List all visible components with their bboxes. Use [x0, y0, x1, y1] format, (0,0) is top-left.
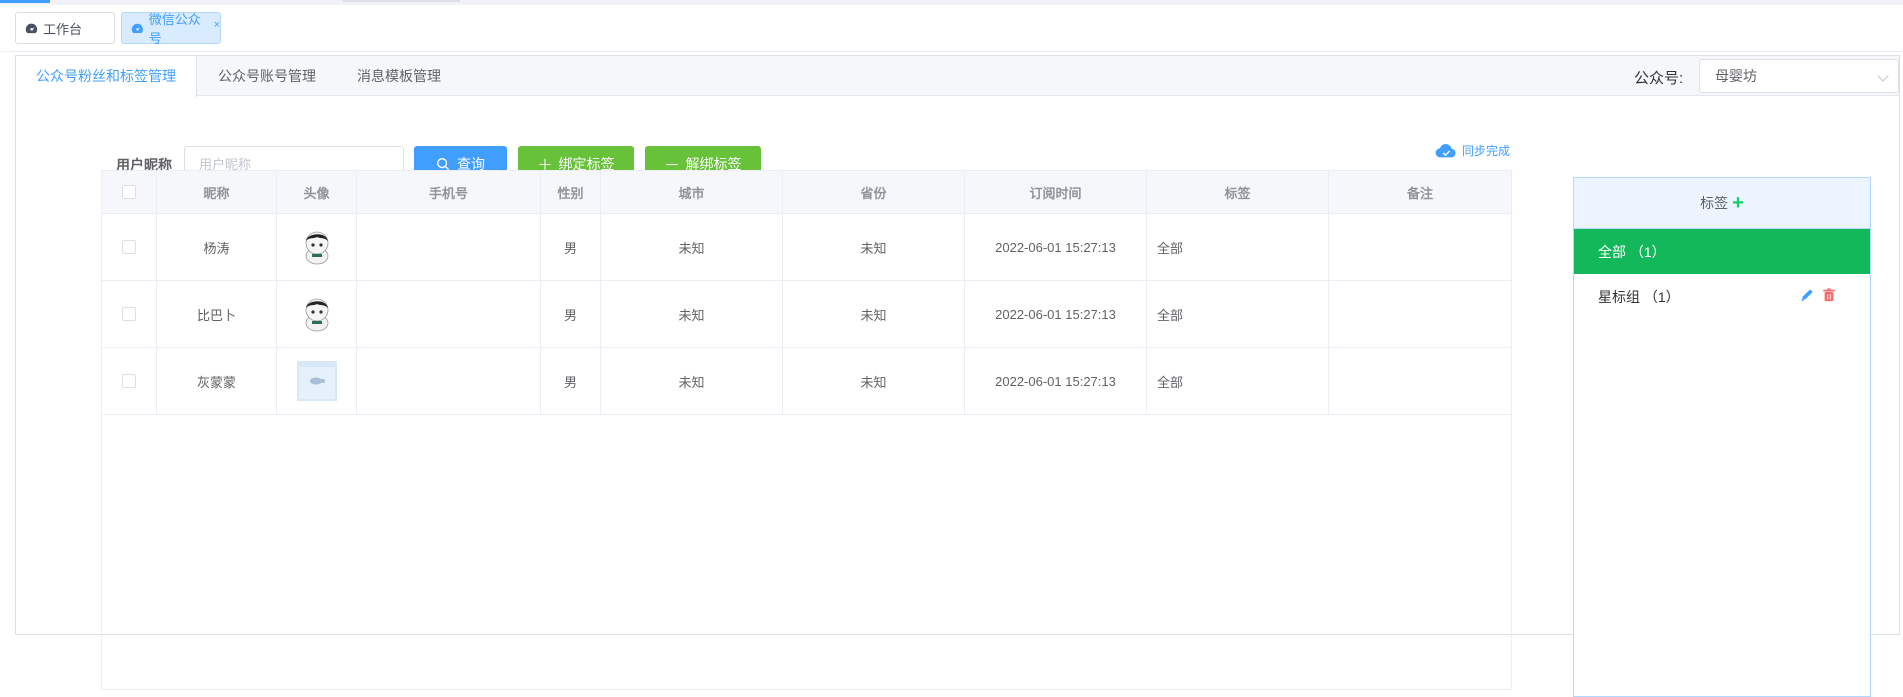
tag-item-star[interactable]: 星标组 （1） [1574, 274, 1870, 319]
avatar-cell [277, 281, 357, 347]
fans-table: 昵称 头像 手机号 性别 城市 省份 订阅时间 标签 备注 杨涛 男 未知 未知… [101, 170, 1512, 690]
search-icon [437, 158, 450, 171]
avatar [296, 361, 337, 401]
avatar-cell [277, 214, 357, 280]
select-all-checkbox[interactable] [122, 185, 136, 199]
header-remark: 备注 [1406, 185, 1433, 201]
account-label: 公众号: [1634, 70, 1684, 87]
header-phone: 手机号 [357, 171, 541, 213]
delete-icon[interactable] [1822, 288, 1836, 302]
tag-cell: 全部 [1147, 348, 1329, 414]
edit-icon[interactable] [1800, 288, 1814, 302]
remark-cell [1329, 348, 1511, 414]
nickname-cell: 灰蒙蒙 [157, 348, 277, 414]
header-city: 城市 [601, 171, 783, 213]
row-select-cell [102, 281, 157, 347]
dashboard-icon [25, 23, 38, 33]
account-select[interactable]: 母婴坊 [1699, 59, 1899, 93]
tag-item-label: 星标组 （1） [1598, 288, 1680, 305]
table-row[interactable]: 杨涛 男 未知 未知 2022-06-01 15:27:13 全部 [102, 214, 1511, 281]
city-cell: 未知 [601, 348, 783, 414]
header-avatar: 头像 [277, 171, 357, 213]
header-gender: 性别 [541, 171, 601, 213]
account-select-value: 母婴坊 [1715, 68, 1757, 84]
close-icon[interactable]: × [214, 19, 220, 31]
remark-cell [1329, 281, 1511, 347]
tag-panel-header: 标签 + [1574, 178, 1870, 229]
remark-cell [1329, 214, 1511, 280]
tab-bar: 公众号粉丝和标签管理 公众号账号管理 消息模板管理 公众号: 母婴坊 [16, 56, 1899, 97]
cloud-sync-icon [1435, 143, 1456, 157]
tab-account-manage[interactable]: 公众号账号管理 [198, 56, 336, 96]
header-province: 省份 [783, 171, 965, 213]
row-select-cell [102, 214, 157, 280]
phone-cell [357, 348, 541, 414]
main-card: 公众号粉丝和标签管理 公众号账号管理 消息模板管理 公众号: 母婴坊 用户昵称 … [15, 55, 1900, 697]
table-header: 昵称 头像 手机号 性别 城市 省份 订阅时间 标签 备注 [102, 171, 1511, 214]
table-row[interactable]: 灰蒙蒙 男 未知 未知 2022-06-01 15:27:13 全部 [102, 348, 1511, 415]
header-tag: 标签 [1147, 171, 1329, 213]
chevron-down-icon [1877, 70, 1889, 82]
tag-cell: 全部 [1147, 281, 1329, 347]
add-tag-icon[interactable]: + [1732, 192, 1744, 215]
province-cell: 未知 [783, 214, 965, 280]
tags-view-bar: 工作台 微信公众号 × [0, 5, 1903, 52]
row-checkbox[interactable] [122, 240, 136, 254]
phone-cell [357, 214, 541, 280]
top-scroll-indicator [343, 0, 460, 2]
row-select-cell [102, 348, 157, 414]
gender-cell: 男 [541, 214, 601, 280]
subscribe-time-cell: 2022-06-01 15:27:13 [965, 348, 1147, 414]
nickname-cell: 杨涛 [157, 214, 277, 280]
province-cell: 未知 [783, 348, 965, 414]
subscribe-time-cell: 2022-06-01 15:27:13 [965, 214, 1147, 280]
avatar-cell [277, 348, 357, 414]
tab-fans-tags[interactable]: 公众号粉丝和标签管理 [16, 56, 197, 97]
subscribe-time-cell: 2022-06-01 15:27:13 [965, 281, 1147, 347]
tag-item-all[interactable]: 全部 （1） [1574, 229, 1870, 274]
avatar [305, 231, 328, 265]
tag-item-actions [1800, 288, 1836, 302]
tags-view-item-dashboard[interactable]: 工作台 [15, 12, 115, 44]
province-cell: 未知 [783, 281, 965, 347]
tag-panel-title: 标签 [1700, 195, 1729, 211]
city-cell: 未知 [601, 281, 783, 347]
tag-panel: 标签 + 全部 （1） 星标组 （1） [1573, 177, 1871, 697]
row-checkbox[interactable] [122, 307, 136, 321]
tags-view-label: 微信公众号 [148, 12, 201, 46]
gender-cell: 男 [541, 281, 601, 347]
row-checkbox[interactable] [122, 374, 136, 388]
header-subscribe-time: 订阅时间 [965, 171, 1147, 213]
tags-view-item-wechat[interactable]: 微信公众号 × [121, 12, 221, 46]
tag-item-label: 全部 （1） [1598, 243, 1666, 260]
dashboard-icon [131, 23, 143, 33]
top-progress-indicator [0, 0, 50, 3]
sync-status[interactable]: 同步完成 [1435, 142, 1510, 159]
tags-view-label: 工作台 [43, 21, 83, 37]
phone-cell [357, 281, 541, 347]
tab-message-template[interactable]: 消息模板管理 [337, 56, 461, 96]
header-select-all [102, 171, 157, 213]
nickname-cell: 比巴卜 [157, 281, 277, 347]
header-nickname: 昵称 [157, 171, 277, 213]
tag-cell: 全部 [1147, 214, 1329, 280]
table-row[interactable]: 比巴卜 男 未知 未知 2022-06-01 15:27:13 全部 [102, 281, 1511, 348]
avatar [305, 298, 328, 332]
city-cell: 未知 [601, 214, 783, 280]
sync-label: 同步完成 [1462, 144, 1511, 158]
gender-cell: 男 [541, 348, 601, 414]
